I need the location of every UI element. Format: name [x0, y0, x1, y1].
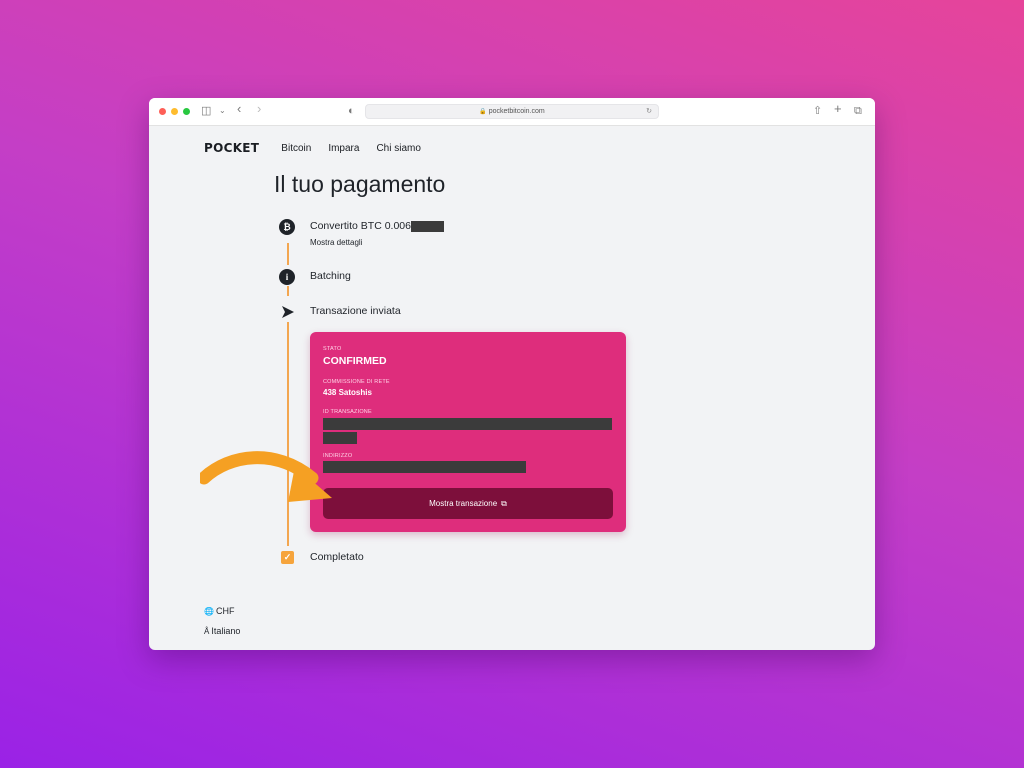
step-batching-label: Batching: [310, 270, 351, 282]
chevron-down-icon[interactable]: ⌄: [219, 104, 226, 118]
fee-value: 438 Satoshis: [323, 388, 372, 397]
status-value: CONFIRMED: [323, 355, 387, 367]
show-transaction-label: Mostra transazione: [429, 499, 498, 508]
redacted-txid: [323, 418, 612, 430]
share-icon[interactable]: ⇧: [813, 104, 822, 118]
fee-label: COMMISSIONE DI RETE: [323, 379, 390, 385]
reload-icon[interactable]: ↻: [646, 105, 652, 118]
redacted-address: [323, 461, 526, 473]
nav-link-bitcoin[interactable]: Bitcoin: [281, 143, 311, 154]
language-label: Italiano: [211, 626, 241, 636]
info-icon: i: [279, 269, 295, 285]
step-converted-label: Convertito BTC 0.006: [310, 220, 444, 232]
show-details-link[interactable]: Mostra dettagli: [310, 238, 362, 247]
logo[interactable]: POCKET: [204, 141, 259, 155]
maximize-window-button[interactable]: [183, 108, 190, 115]
sidebar-icon[interactable]: ◫: [201, 104, 211, 118]
language-selector[interactable]: Å Italiano: [204, 626, 240, 636]
url-text: pocketbitcoin.com: [488, 108, 545, 115]
bitcoin-icon: ₿: [279, 219, 295, 235]
translate-icon: Å: [204, 627, 210, 636]
redacted-txid: [323, 432, 357, 444]
shield-icon[interactable]: ◐: [348, 104, 355, 118]
external-link-icon: ⧉: [501, 499, 507, 508]
forward-icon[interactable]: ›: [257, 102, 261, 116]
timeline-line: [287, 286, 289, 296]
step-sent-label: Transazione inviata: [310, 305, 401, 317]
nav-link-chi-siamo[interactable]: Chi siamo: [376, 143, 420, 154]
browser-window: ◫ ⌄ ‹ › ◐ 🔒 pocketbitcoin.com ↻ ⇧ + ⧉ POC…: [149, 98, 875, 650]
minimize-window-button[interactable]: [171, 108, 178, 115]
page-title: Il tuo pagamento: [274, 171, 446, 197]
globe-icon: 🌐: [204, 607, 214, 616]
step-completed-label: Completato: [310, 551, 364, 563]
currency-label: CHF: [215, 606, 235, 616]
tabs-overview-icon[interactable]: ⧉: [854, 104, 862, 118]
txid-label: ID TRANSAZIONE: [323, 409, 372, 415]
timeline-line: [287, 243, 289, 265]
annotation-arrow-icon: [200, 451, 332, 502]
check-icon: ✓: [281, 551, 294, 564]
currency-selector[interactable]: 🌐 CHF: [204, 606, 234, 616]
back-icon[interactable]: ‹: [237, 102, 241, 116]
show-transaction-button[interactable]: Mostra transazione ⧉: [323, 488, 613, 519]
browser-toolbar: ◫ ⌄ ‹ › ◐ 🔒 pocketbitcoin.com ↻ ⇧ + ⧉: [149, 98, 875, 126]
site-nav: POCKET Bitcoin Impara Chi siamo: [204, 141, 438, 155]
close-window-button[interactable]: [159, 108, 166, 115]
window-controls: [159, 108, 190, 115]
redacted-amount: [410, 220, 444, 232]
transaction-card: STATO CONFIRMED COMMISSIONE DI RETE 438 …: [310, 332, 626, 532]
lock-icon: 🔒: [479, 109, 487, 115]
new-tab-icon[interactable]: +: [834, 102, 842, 116]
status-label: STATO: [323, 346, 342, 352]
address-bar[interactable]: 🔒 pocketbitcoin.com ↻: [365, 104, 659, 119]
send-icon: [282, 306, 294, 318]
nav-link-impara[interactable]: Impara: [328, 143, 359, 154]
